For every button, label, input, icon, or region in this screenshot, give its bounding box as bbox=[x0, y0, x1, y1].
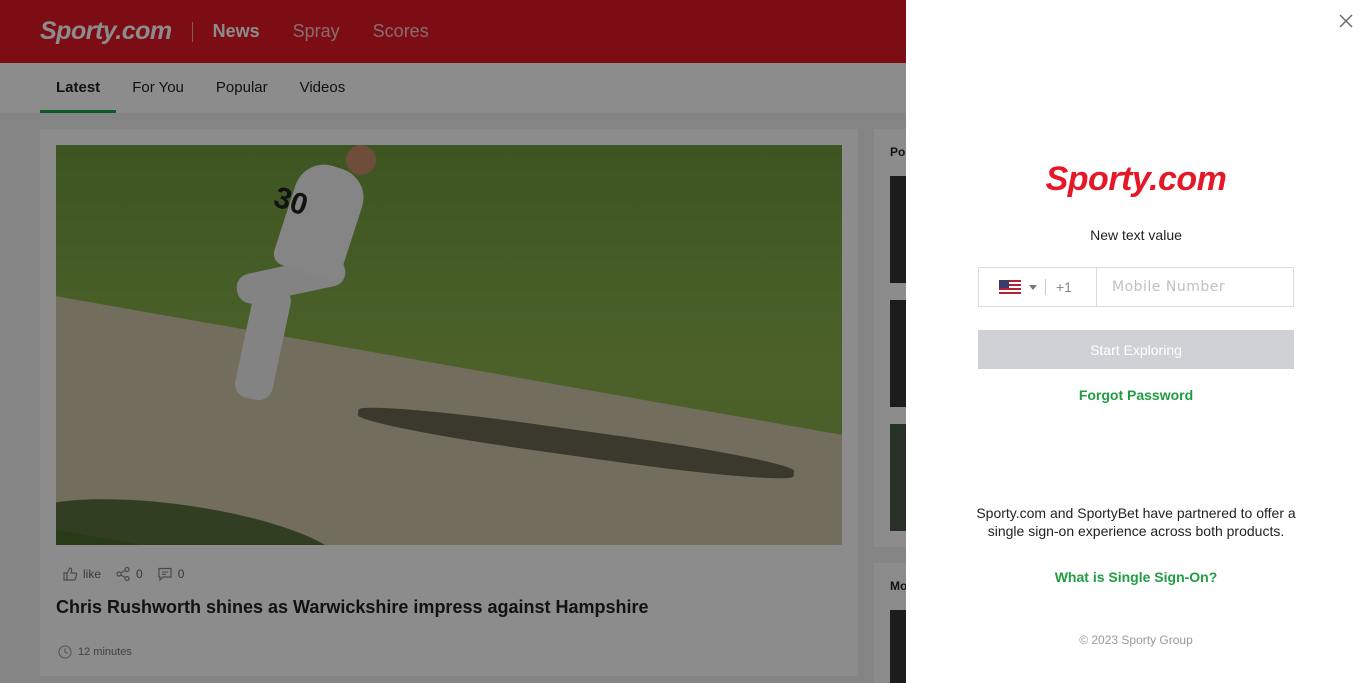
mobile-number-input[interactable] bbox=[1097, 268, 1293, 306]
phone-number-field: +1 bbox=[978, 267, 1294, 307]
country-divider bbox=[1045, 279, 1046, 295]
close-icon[interactable] bbox=[1338, 13, 1354, 29]
country-code: +1 bbox=[1056, 279, 1072, 295]
forgot-password-link[interactable]: Forgot Password bbox=[906, 387, 1366, 403]
us-flag-icon bbox=[999, 280, 1021, 294]
country-code-selector[interactable]: +1 bbox=[979, 268, 1097, 306]
modal-backdrop[interactable] bbox=[0, 0, 906, 683]
sso-description: Sporty.com and SportyBet have partnered … bbox=[976, 505, 1296, 539]
start-exploring-button[interactable]: Start Exploring bbox=[978, 330, 1294, 369]
panel-logo: Sporty.com bbox=[1045, 160, 1227, 198]
copyright-text: © 2023 Sporty Group bbox=[1079, 633, 1193, 647]
login-panel: Sporty.com New text value +1 Start Explo… bbox=[906, 0, 1366, 683]
what-is-sso-link[interactable]: What is Single Sign-On? bbox=[906, 569, 1366, 585]
chevron-down-icon bbox=[1029, 284, 1037, 290]
panel-subtitle: New text value bbox=[1090, 227, 1182, 243]
